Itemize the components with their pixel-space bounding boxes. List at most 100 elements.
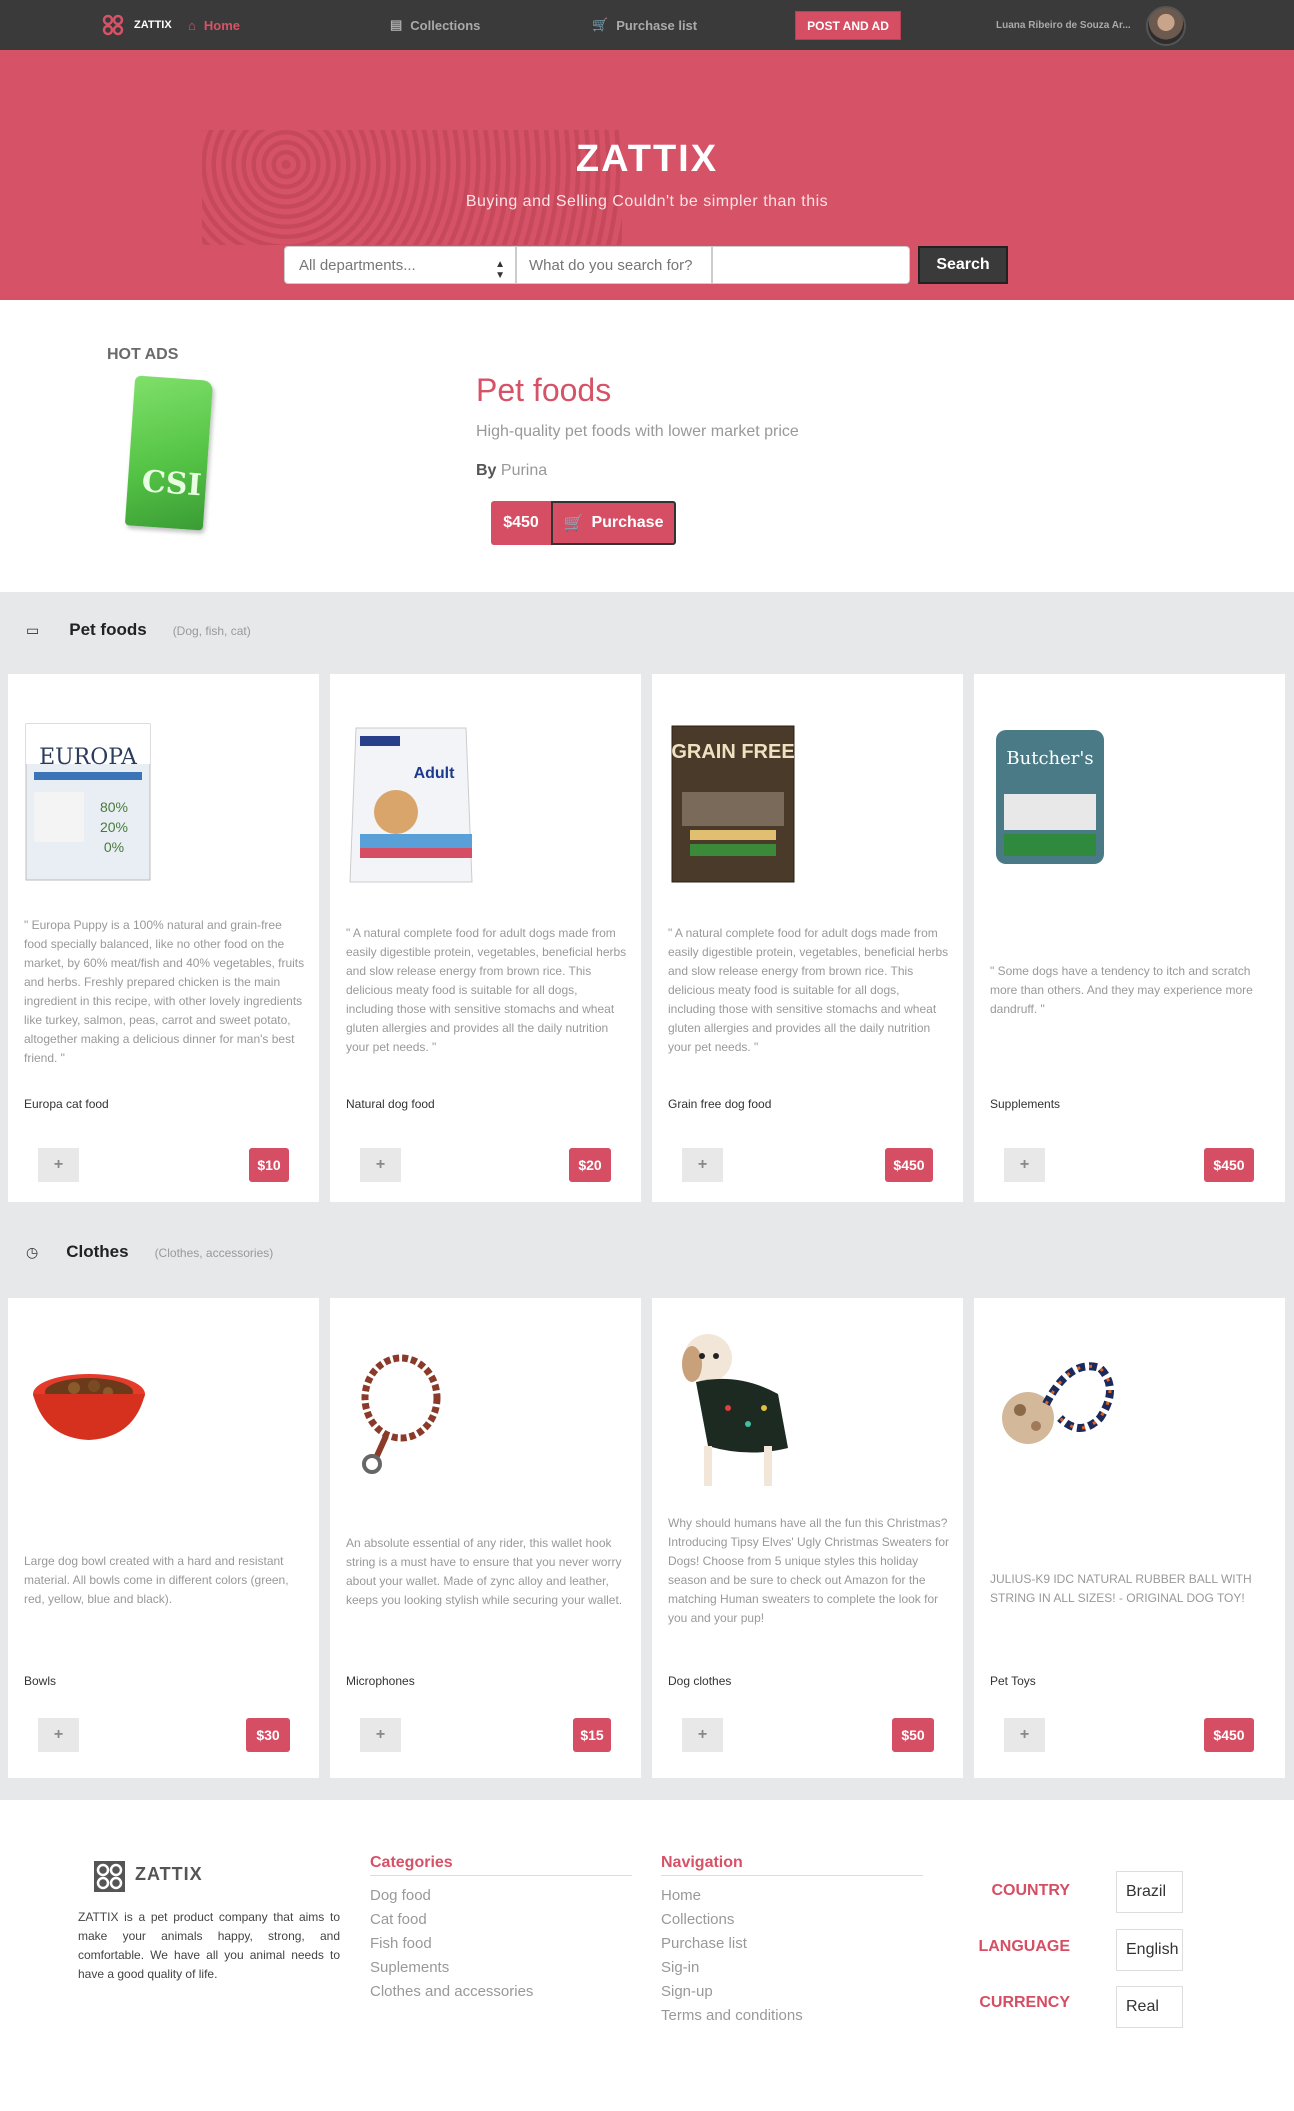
product-image[interactable] [24,1358,154,1458]
search-input-extension[interactable] [712,246,910,284]
country-select[interactable]: Brazil [1116,1871,1183,1913]
product-image[interactable] [668,1328,798,1498]
search-button[interactable]: Search [918,246,1008,284]
footer-categories-list: Dog food Cat food Fish food Suplements C… [370,1884,533,2004]
department-select-value: All departments... [299,256,416,274]
product-image-text: GRAIN FREE [671,741,794,763]
product-image[interactable] [346,1348,456,1478]
footer-category-link[interactable]: Suplements [370,1956,533,1980]
select-caret-icon: ▲ ▼ [495,259,505,281]
svg-text:80%: 80% [100,799,128,815]
footer-categories-title: Categories [370,1854,453,1871]
product-name[interactable]: Dog clothes [668,1674,731,1688]
product-image[interactable]: EUROPA 80% 20% 0% [24,722,152,882]
nav-collections-link[interactable]: ▤ Collections [390,0,480,50]
section-header: ◷ Clothes (Clothes, accessories) [26,1242,273,1262]
product-description: An absolute essential of any rider, this… [346,1536,623,1607]
product-name[interactable]: Supplements [990,1097,1060,1111]
price-badge[interactable]: $450 [1204,1718,1254,1752]
product-image-text: Adult [414,765,456,782]
footer-brand: ZATTIX [135,1864,203,1884]
product-card[interactable]: Large dog bowl created with a hard and r… [8,1298,319,1778]
product-card[interactable]: Adult " A natural complete food for adul… [330,674,641,1202]
product-name[interactable]: Natural dog food [346,1097,435,1111]
product-card[interactable]: Why should humans have all the fun this … [652,1298,963,1778]
product-image[interactable]: GRAIN FREE [668,722,798,886]
product-card[interactable]: GRAIN FREE " A natural complete food for… [652,674,963,1202]
product-name[interactable]: Bowls [24,1674,56,1688]
product-image[interactable]: Butcher's [990,722,1110,872]
nav-purchase-list-link[interactable]: 🛒 Purchase list [592,0,697,50]
add-to-cart-button[interactable]: + [682,1718,723,1752]
purchase-button[interactable]: 🛒 Purchase [551,501,676,545]
hero-banner: ZATTIX Buying and Selling Couldn't be si… [0,50,1294,300]
product-image[interactable] [990,1348,1120,1468]
hot-ad-image-text: CSI [140,464,203,504]
add-to-cart-button[interactable]: + [1004,1718,1045,1752]
product-name[interactable]: Europa cat food [24,1097,109,1111]
department-select[interactable]: All departments... ▲ ▼ [284,246,516,284]
add-to-cart-button[interactable]: + [360,1718,401,1752]
section-title: Clothes [66,1242,129,1261]
price-badge[interactable]: $450 [885,1148,933,1182]
clothes-section: ◷ Clothes (Clothes, accessories) Large d… [0,1204,1294,1800]
product-name[interactable]: Grain free dog food [668,1097,771,1111]
price-badge[interactable]: $30 [246,1718,290,1752]
hot-ad-product-image[interactable]: CSI [124,375,214,531]
avatar[interactable] [1146,6,1186,46]
hot-ad-brand: By Purina [476,462,547,480]
nav-home-link[interactable]: ⌂ Home [188,0,240,50]
footer-nav-link[interactable]: Collections [661,1908,803,1932]
user-name[interactable]: Luana Ribeiro de Souza Ar... [996,0,1131,50]
add-to-cart-button[interactable]: + [1004,1148,1045,1182]
footer-category-link[interactable]: Fish food [370,1932,533,1956]
cart-icon: 🛒 [592,17,609,32]
cart-icon: 🛒 [563,515,584,532]
nav-purchase-list-label: Purchase list [616,17,698,33]
search-input[interactable] [516,246,712,284]
product-card[interactable]: EUROPA 80% 20% 0% " Europa Puppy is a 10… [8,674,319,1202]
product-image-text: Butcher's [1006,748,1093,769]
add-to-cart-button[interactable]: + [682,1148,723,1182]
divider [370,1875,632,1876]
add-to-cart-button[interactable]: + [38,1148,79,1182]
add-to-cart-button[interactable]: + [360,1148,401,1182]
language-select[interactable]: English [1116,1929,1183,1971]
footer-nav-link[interactable]: Terms and conditions [661,2004,803,2028]
footer-nav-link[interactable]: Purchase list [661,1932,803,1956]
product-image-text: EUROPA [39,745,138,770]
svg-text:20%: 20% [100,819,128,835]
footer-nav-link[interactable]: Home [661,1884,803,1908]
add-to-cart-button[interactable]: + [38,1718,79,1752]
product-name[interactable]: Pet Toys [990,1674,1036,1688]
product-card[interactable]: An absolute essential of any rider, this… [330,1298,641,1778]
section-subtitle: (Clothes, accessories) [154,1246,274,1260]
price-badge[interactable]: $10 [249,1148,289,1182]
price-badge[interactable]: $15 [573,1718,611,1752]
product-card[interactable]: JULIUS-K9 IDC NATURAL RUBBER BALL WITH S… [974,1298,1285,1778]
product-description: " Some dogs have a tendency to itch and … [990,964,1253,1016]
footer-nav-link[interactable]: Sig-in [661,1956,803,1980]
purchase-button-label: Purchase [591,514,664,531]
footer-category-link[interactable]: Clothes and accessories [370,1980,533,2004]
price-badge[interactable]: $20 [569,1148,611,1182]
brand-link[interactable]: ZATTIX [102,0,172,50]
product-image[interactable]: Adult [346,722,476,892]
price-badge[interactable]: $50 [892,1718,934,1752]
currency-select[interactable]: Real [1116,1986,1183,2028]
svg-text:0%: 0% [104,839,124,855]
hot-ad-title[interactable]: Pet foods [476,372,611,409]
product-name[interactable]: Microphones [346,1674,415,1688]
product-description: JULIUS-K9 IDC NATURAL RUBBER BALL WITH S… [990,1572,1252,1605]
footer-about-text: ZATTIX is a pet product company that aim… [78,1910,340,1981]
section-header: ▭ Pet foods (Dog, fish, cat) [26,620,251,640]
product-card[interactable]: Butcher's " Some dogs have a tendency to… [974,674,1285,1202]
hot-ad-price: $450 [491,501,551,545]
footer-category-link[interactable]: Dog food [370,1884,533,1908]
post-ad-button[interactable]: POST AND AD [795,11,901,40]
footer-nav-link[interactable]: Sign-up [661,1980,803,2004]
hero-subtitle: Buying and Selling Couldn't be simpler t… [465,193,829,210]
hot-ad-by-value: Purina [500,462,548,479]
footer-category-link[interactable]: Cat food [370,1908,533,1932]
price-badge[interactable]: $450 [1204,1148,1254,1182]
